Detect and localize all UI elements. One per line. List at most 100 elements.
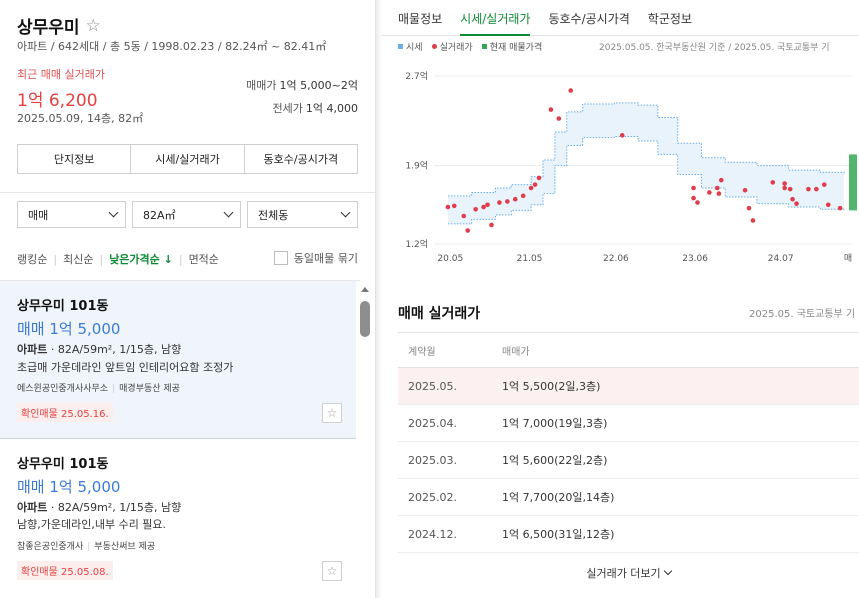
divider bbox=[0, 192, 375, 193]
tab-complex-info[interactable]: 단지정보 bbox=[18, 145, 132, 173]
listing-price: 매매 1억 5,000 bbox=[17, 320, 121, 338]
deal-price: 1억 7,700(20일,14층) bbox=[502, 491, 615, 504]
complex-info: 아파트 / 642세대 / 총 5동 / 1998.02.23 / 82.24㎡… bbox=[17, 40, 327, 53]
sort-ranking[interactable]: 랭킹순 bbox=[17, 251, 47, 267]
deal-point bbox=[695, 200, 700, 205]
detail-tabs: 매물정보 시세/실거래가 동호수/공시가격 학군정보 bbox=[382, 0, 859, 36]
deal-point bbox=[806, 186, 811, 192]
deal-date: 2025.03. bbox=[408, 453, 457, 467]
favorite-star-icon[interactable]: ☆ bbox=[322, 403, 342, 423]
price-chart[interactable]: 2.7억 1.9억 1.2억 20.05 21.05 22.06 23.06 24.07 매 bbox=[382, 52, 859, 272]
legend-square-icon bbox=[481, 44, 487, 49]
x-tick-label: 23.06 bbox=[682, 254, 708, 264]
jeonse-price: 전세가 1억 4,000 bbox=[273, 100, 358, 116]
more-deals-button[interactable]: 실거래가 더보기 bbox=[398, 556, 859, 590]
legend-square-icon bbox=[398, 44, 403, 49]
listing-name: 상무우미 101동 bbox=[17, 299, 109, 314]
listing-spec: 아파트 · 82A/59m², 1/15층, 남향 bbox=[17, 341, 181, 357]
area-select[interactable]: 82A㎡ bbox=[132, 201, 241, 228]
deal-point bbox=[548, 107, 554, 112]
confirm-badge: 확인매물 25.05.08. bbox=[17, 561, 113, 580]
sort-low-price[interactable]: 낮은가격순 ↓ bbox=[109, 251, 173, 267]
group-same-listings[interactable]: 동일매물 묶기 bbox=[273, 250, 358, 266]
listing-spec-type: 아파트 bbox=[17, 343, 48, 356]
deal-point bbox=[821, 182, 827, 187]
deal-point bbox=[465, 228, 471, 233]
dong-select[interactable]: 전체동 bbox=[247, 201, 358, 228]
divider: | bbox=[87, 542, 91, 552]
listing-item[interactable]: 상무우미 101동 매매 1억 5,000 아파트 · 82A/59m², 1/… bbox=[0, 281, 356, 438]
tab-market-price[interactable]: 시세/실거래가 bbox=[460, 0, 531, 36]
tab-school-info[interactable]: 학군정보 bbox=[648, 0, 692, 36]
area-value: 82A㎡ bbox=[143, 208, 176, 222]
provider: 부동산써브 제공 bbox=[94, 542, 156, 552]
listing-item[interactable]: 상무우미 101동 매매 1억 5,000 아파트 · 82A/59m², 1/… bbox=[0, 439, 356, 598]
market-band-fill bbox=[447, 102, 845, 224]
header-date: 계약월 bbox=[408, 346, 436, 358]
y-tick-label: 1.2억 bbox=[405, 238, 428, 250]
chevron-down-icon bbox=[223, 207, 234, 218]
jeonse-price-label: 전세가 bbox=[272, 102, 303, 115]
deal-point bbox=[691, 185, 696, 191]
tab-market-price[interactable]: 시세/실거래가 bbox=[131, 145, 245, 173]
deal-title: 매매 실거래가 bbox=[398, 306, 481, 322]
deal-price: 1억 5,500(2일,3층) bbox=[502, 380, 601, 393]
deal-point bbox=[520, 193, 526, 199]
tab-unit-public-price[interactable]: 동호수/공시가격 bbox=[548, 0, 629, 36]
favorite-star-icon[interactable]: ☆ bbox=[322, 561, 342, 581]
deal-point bbox=[451, 203, 457, 209]
dong-value: 전체동 bbox=[258, 208, 289, 222]
x-tick-label: 22.06 bbox=[603, 254, 629, 264]
sale-price-range: 매매가 1억 5,000~2억 bbox=[246, 77, 358, 93]
deal-point bbox=[489, 222, 494, 228]
deal-point bbox=[485, 202, 490, 208]
listing-spec-type: 아파트 bbox=[17, 501, 48, 514]
tab-listing-info[interactable]: 매물정보 bbox=[398, 0, 442, 36]
sort-area[interactable]: 면적순 bbox=[189, 251, 219, 267]
x-tick-label: 24.07 bbox=[768, 254, 794, 264]
deal-point bbox=[691, 195, 696, 201]
recent-deal-date: 2025.05.09, 14층, 82㎡ bbox=[17, 112, 144, 125]
chevron-down-icon bbox=[663, 566, 672, 576]
scroll-thumb[interactable] bbox=[360, 301, 370, 337]
tab-unit-public-price[interactable]: 동호수/공시가격 bbox=[245, 145, 357, 173]
more-deals-label: 실거래가 더보기 bbox=[586, 567, 661, 580]
x-tick-label: 매 bbox=[844, 253, 852, 264]
deal-point bbox=[505, 199, 510, 204]
trade-type-select[interactable]: 매매 bbox=[17, 201, 126, 228]
deal-table: 계약월 매매가 2025.05. 1억 5,500(2일,3층) 2025.04… bbox=[398, 332, 859, 553]
divider: | bbox=[178, 252, 183, 266]
deal-date: 2024.12. bbox=[408, 527, 457, 541]
listing-spec-detail: · 82A/59m², 1/15층, 남향 bbox=[47, 343, 182, 356]
deal-point bbox=[837, 205, 843, 211]
favorite-star-icon[interactable]: ☆ bbox=[86, 16, 101, 36]
x-tick-label: 20.05 bbox=[437, 254, 463, 264]
y-tick-label: 2.7억 bbox=[405, 70, 428, 82]
divider: | bbox=[112, 384, 116, 394]
deal-point bbox=[568, 88, 574, 93]
chevron-down-icon bbox=[108, 207, 119, 218]
trade-type-value: 매매 bbox=[28, 208, 49, 222]
listing-agent: 에스윈공인중개사사무소 | 매경부동산 제공 bbox=[17, 381, 180, 394]
recent-deal-price: 1억 6,200 bbox=[17, 91, 98, 111]
deal-table-header: 계약월 매매가 bbox=[398, 332, 859, 368]
sort-latest[interactable]: 최신순 bbox=[63, 251, 93, 267]
deal-point bbox=[746, 205, 752, 211]
sale-price-value: 1억 5,000~2억 bbox=[279, 79, 358, 92]
deal-point bbox=[461, 213, 467, 219]
recent-deal-label: 최근 매매 실거래가 bbox=[17, 68, 105, 81]
deal-date: 2025.02. bbox=[408, 490, 457, 504]
group-label: 동일매물 묶기 bbox=[293, 252, 358, 265]
x-tick-label: 21.05 bbox=[517, 254, 543, 264]
deal-price: 1억 7,000(19일,3층) bbox=[502, 417, 608, 430]
group-checkbox[interactable] bbox=[273, 251, 288, 265]
listing-agent: 참좋은공인중개사 | 부동산써브 제공 bbox=[17, 539, 155, 552]
table-row: 2025.02. 1억 7,700(20일,14층) bbox=[398, 479, 859, 516]
deal-point bbox=[445, 204, 451, 210]
listing-spec: 아파트 · 82A/59m², 1/15층, 남향 bbox=[17, 499, 181, 515]
complex-title: 상무우미 ☆ bbox=[17, 13, 101, 39]
listing-scrollbar[interactable] bbox=[358, 285, 372, 598]
sort-options: 랭킹순 | 최신순 | 낮은가격순 ↓ | 면적순 bbox=[17, 251, 219, 267]
scroll-up-arrow-icon[interactable] bbox=[361, 287, 369, 292]
listing-name: 상무우미 101동 bbox=[17, 457, 109, 472]
